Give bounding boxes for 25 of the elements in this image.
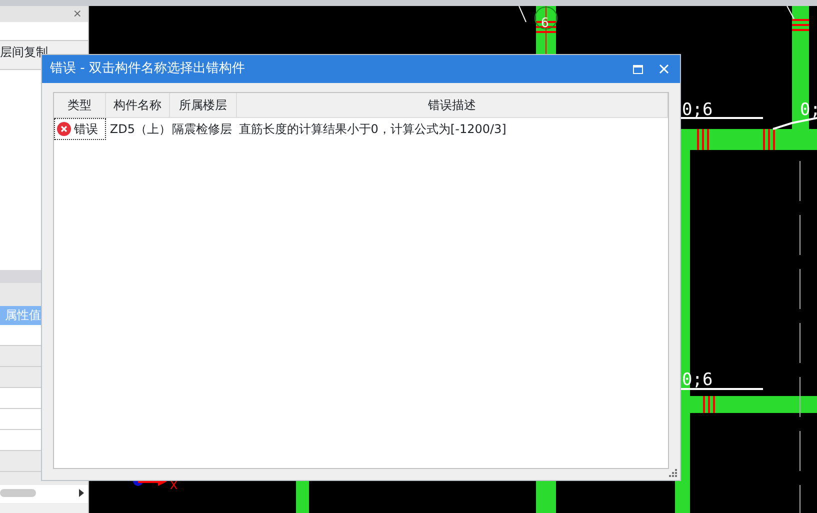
wall (536, 481, 556, 513)
dimension-label: 0;6 (682, 100, 713, 120)
leader-line (518, 6, 526, 22)
wall (536, 6, 556, 54)
column-header[interactable]: 所属楼层 (170, 93, 237, 118)
table-cell[interactable]: ZD5（上） (106, 118, 170, 140)
scroll-right-icon[interactable] (79, 489, 84, 497)
wall (296, 481, 309, 513)
table-cell[interactable]: 错误 (54, 118, 106, 140)
table-cell-text: 直筋长度的计算结果小于0，计算公式为[-1200/3] (238, 121, 508, 138)
column-header[interactable]: 构件名称 (106, 93, 170, 118)
column-header[interactable]: 错误描述 (236, 93, 668, 118)
leader-line (786, 6, 794, 20)
window-title: 错误 - 双击构件名称选择出错构件 (50, 60, 245, 78)
table-cell-text: 隔震检修层 (170, 121, 233, 138)
scrollbar-thumb[interactable] (0, 489, 36, 497)
axis-label: X (170, 479, 178, 492)
scrollbar[interactable] (0, 485, 88, 503)
leader-line (772, 117, 817, 130)
close-icon (659, 64, 669, 74)
resize-grip-icon[interactable] (669, 469, 678, 478)
maximize-icon (633, 64, 643, 74)
close-icon[interactable]: × (72, 7, 82, 20)
type-text: 错误 (74, 121, 98, 138)
column-header[interactable]: 类型 (54, 93, 106, 118)
